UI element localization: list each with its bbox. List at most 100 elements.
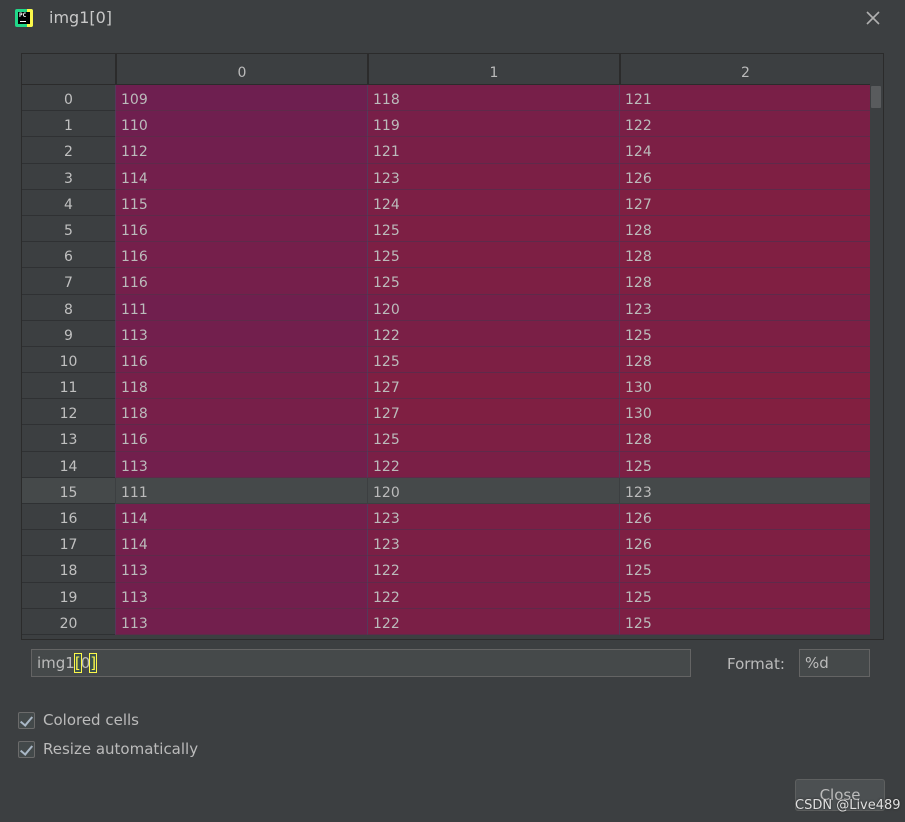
table-cell[interactable]: 116: [115, 268, 367, 295]
table-cell[interactable]: 121: [619, 85, 870, 112]
table-cell[interactable]: 122: [367, 582, 619, 609]
table-cell[interactable]: 127: [367, 373, 619, 400]
table-cell[interactable]: 126: [619, 163, 870, 190]
table-cell[interactable]: 127: [367, 399, 619, 426]
table-row[interactable]: 8 111 120 123: [22, 294, 870, 321]
table-cell[interactable]: 116: [115, 425, 367, 452]
table-row[interactable]: 9 113 122 125: [22, 320, 870, 347]
table-cell[interactable]: 116: [115, 215, 367, 243]
column-header-0[interactable]: 0: [115, 54, 367, 84]
table-cell[interactable]: 125: [619, 556, 870, 583]
table-cell[interactable]: 124: [619, 137, 870, 164]
table-cell[interactable]: 114: [115, 504, 367, 531]
table-cell[interactable]: 123: [619, 294, 870, 321]
table-row[interactable]: 18 113 122 125: [22, 556, 870, 583]
table-row[interactable]: 7 116 125 128: [22, 268, 870, 295]
table-row[interactable]: 13 116 125 128: [22, 425, 870, 452]
column-header-1[interactable]: 1: [367, 54, 619, 84]
table-cell[interactable]: 122: [367, 320, 619, 347]
table-cell[interactable]: 125: [619, 451, 870, 478]
table-row[interactable]: 4 115 124 127: [22, 189, 870, 216]
table-cell[interactable]: 122: [367, 451, 619, 478]
table-row[interactable]: 15 111 120 123: [22, 477, 870, 504]
table-cell[interactable]: 118: [367, 85, 619, 112]
table-cell[interactable]: 109: [115, 85, 367, 112]
table-cell[interactable]: 125: [367, 268, 619, 295]
table-cell[interactable]: 113: [115, 608, 367, 635]
table-cell[interactable]: 118: [115, 373, 367, 400]
table-cell[interactable]: 128: [619, 242, 870, 269]
table-cell[interactable]: 113: [115, 451, 367, 478]
table-row[interactable]: 5 116 125 128: [22, 215, 870, 243]
table-cell[interactable]: 128: [619, 425, 870, 452]
table-cell[interactable]: 122: [619, 111, 870, 138]
table-cell[interactable]: 125: [367, 242, 619, 269]
table-row[interactable]: 19 113 122 125: [22, 582, 870, 609]
table-cell[interactable]: 127: [619, 189, 870, 216]
table-cell[interactable]: 122: [367, 608, 619, 635]
table-cell[interactable]: 113: [115, 556, 367, 583]
table-row[interactable]: 0 109 118 121: [22, 85, 870, 112]
table-cell[interactable]: 123: [619, 477, 870, 504]
table-cell[interactable]: 116: [115, 242, 367, 269]
table-cell[interactable]: 110: [115, 111, 367, 138]
table-cell[interactable]: 122: [367, 556, 619, 583]
vertical-scrollbar[interactable]: [870, 54, 883, 639]
table-cell[interactable]: 114: [115, 163, 367, 190]
table-cell[interactable]: 125: [619, 320, 870, 347]
table-cell[interactable]: 115: [115, 189, 367, 216]
column-header-2[interactable]: 2: [619, 54, 870, 84]
table-row[interactable]: 3 114 123 126: [22, 163, 870, 190]
table-cell[interactable]: 120: [367, 294, 619, 321]
table-row[interactable]: 20 113 122 125: [22, 608, 870, 635]
table-cell[interactable]: 125: [367, 215, 619, 243]
table-cell[interactable]: 112: [115, 137, 367, 164]
table-header: 0 1 2: [22, 54, 870, 85]
table-cell[interactable]: 128: [619, 346, 870, 374]
table-cell[interactable]: 123: [367, 530, 619, 557]
table-cell[interactable]: 130: [619, 373, 870, 400]
table-cell[interactable]: 113: [115, 582, 367, 609]
table-cell[interactable]: 125: [367, 425, 619, 452]
scrollbar-thumb[interactable]: [871, 86, 881, 108]
table-cell[interactable]: 130: [619, 399, 870, 426]
table-cell[interactable]: 125: [619, 582, 870, 609]
table-cell[interactable]: 116: [115, 346, 367, 374]
table-cell[interactable]: 128: [619, 215, 870, 243]
table-cell[interactable]: 118: [115, 399, 367, 426]
table-body: 0 109 118 121 1 110 119 122 2 112 121 124 3 114 123 126…: [22, 85, 870, 635]
checkbox-box[interactable]: [18, 712, 35, 729]
row-index: 0: [22, 85, 115, 112]
table-cell[interactable]: 111: [115, 294, 367, 321]
table-cell[interactable]: 113: [115, 320, 367, 347]
table-row[interactable]: 2 112 121 124: [22, 137, 870, 164]
table-row[interactable]: 6 116 125 128: [22, 242, 870, 269]
table-cell[interactable]: 121: [367, 137, 619, 164]
table-cell[interactable]: 125: [619, 608, 870, 635]
checkbox-box[interactable]: [18, 741, 35, 758]
row-index: 15: [22, 477, 115, 504]
close-icon[interactable]: [863, 8, 883, 28]
format-field[interactable]: %d: [799, 649, 870, 677]
row-index: 6: [22, 242, 115, 269]
row-index: 5: [22, 215, 115, 243]
table-cell[interactable]: 125: [367, 346, 619, 374]
table-cell[interactable]: 128: [619, 268, 870, 295]
table-row[interactable]: 16 114 123 126: [22, 504, 870, 531]
table-row[interactable]: 14 113 122 125: [22, 451, 870, 478]
table-cell[interactable]: 111: [115, 477, 367, 504]
table-row[interactable]: 11 118 127 130: [22, 373, 870, 400]
table-cell[interactable]: 123: [367, 163, 619, 190]
table-cell[interactable]: 114: [115, 530, 367, 557]
table-row[interactable]: 10 116 125 128: [22, 346, 870, 374]
table-cell[interactable]: 126: [619, 530, 870, 557]
table-cell[interactable]: 123: [367, 504, 619, 531]
table-cell[interactable]: 119: [367, 111, 619, 138]
table-cell[interactable]: 126: [619, 504, 870, 531]
table-cell[interactable]: 120: [367, 477, 619, 504]
table-row[interactable]: 1 110 119 122: [22, 111, 870, 138]
table-cell[interactable]: 124: [367, 189, 619, 216]
table-row[interactable]: 12 118 127 130: [22, 399, 870, 426]
expression-field[interactable]: img1[0]: [31, 649, 691, 677]
table-row[interactable]: 17 114 123 126: [22, 530, 870, 557]
